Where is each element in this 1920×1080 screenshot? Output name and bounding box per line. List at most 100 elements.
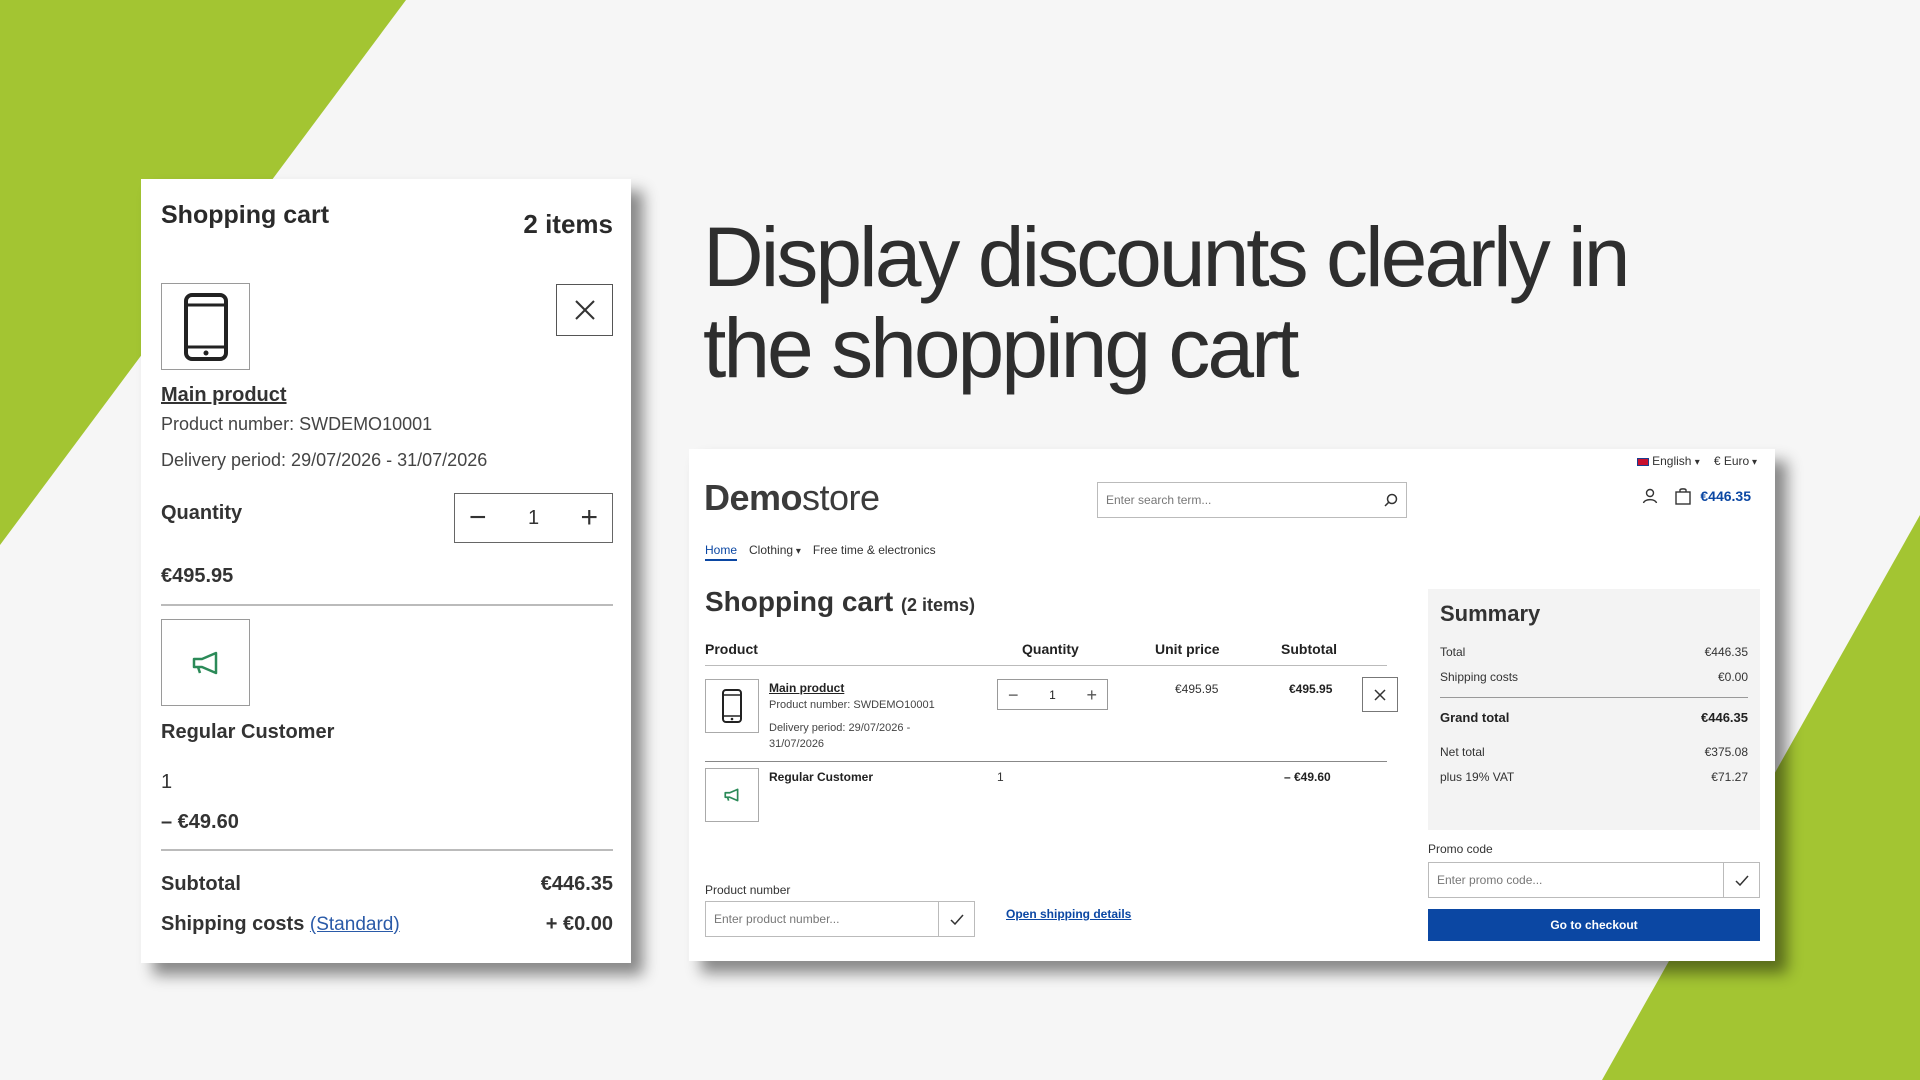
page-title-text: Shopping cart (705, 586, 894, 617)
delivery-period-line-2: 31/07/2026 (769, 738, 825, 750)
checkmark-icon (949, 914, 964, 925)
search-input[interactable]: Enter search term... (1097, 482, 1407, 518)
product-name-link[interactable]: Main product (769, 681, 844, 695)
page-item-count: (2 items) (901, 595, 976, 615)
delivery-period-line-1: Delivery period: 29/07/2026 - (769, 722, 911, 734)
store-cart-page: English € Euro Demostore Enter search te… (689, 449, 1775, 961)
col-header-quantity: Quantity (1022, 641, 1079, 657)
quantity-stepper[interactable]: − 1 + (997, 679, 1108, 710)
language-switcher[interactable]: English (1636, 454, 1700, 468)
promo-code-label: Promo code (1428, 842, 1493, 856)
checkmark-icon (1734, 875, 1749, 886)
header-actions: €446.35 (1642, 487, 1751, 505)
col-header-unit-price: Unit price (1155, 641, 1220, 657)
product-number-label: Product number (705, 883, 791, 897)
close-icon (574, 300, 595, 320)
close-icon (1374, 688, 1386, 701)
logo-bold: Demo (704, 477, 803, 518)
decrease-quantity-button[interactable]: − (469, 503, 487, 533)
order-summary: Summary Total €446.35 Shipping costs €0.… (1428, 589, 1760, 830)
discount-name: Regular Customer (161, 721, 335, 743)
shipping-label: Shipping costs (161, 913, 305, 935)
table-divider (705, 761, 1387, 762)
smartphone-icon (183, 292, 228, 361)
flag-uk-icon (1636, 457, 1649, 466)
shipping-value: €0.00 (1717, 670, 1748, 684)
product-number: Product number: SWDEMO10001 (769, 699, 935, 711)
nav-free-time-electronics[interactable]: Free time & electronics (813, 543, 936, 561)
table-divider (705, 665, 1387, 666)
promo-code-placeholder: Enter promo code... (1437, 873, 1543, 887)
store-logo[interactable]: Demostore (704, 477, 880, 519)
summary-total-row: Total €446.35 (1440, 645, 1748, 659)
summary-shipping-row: Shipping costs €0.00 (1440, 670, 1748, 684)
discount-quantity: 1 (997, 770, 1004, 784)
discount-subtotal: – €49.60 (1284, 770, 1331, 784)
discount-thumbnail (161, 619, 250, 706)
subtotal-value: €446.35 (540, 873, 613, 895)
mini-cart-title: Shopping cart (161, 201, 330, 229)
quantity-stepper[interactable]: − 1 + (454, 493, 613, 543)
megaphone-icon (192, 651, 217, 674)
quantity-value[interactable]: 1 (528, 507, 539, 530)
col-header-subtotal: Subtotal (1281, 641, 1337, 657)
increase-quantity-button[interactable]: + (580, 503, 598, 533)
unit-price: €495.95 (1175, 682, 1219, 696)
shipping-row: Shipping costs (Standard) + €0.00 (161, 913, 613, 936)
total-label: Total (1440, 645, 1466, 659)
decrease-quantity-button[interactable]: − (1008, 686, 1019, 704)
page-title: Shopping cart (2 items) (705, 586, 975, 618)
currency-switcher[interactable]: € Euro (1714, 454, 1757, 468)
currency-label: € Euro (1713, 454, 1750, 468)
main-navigation: Home Clothing Free time & electronics (705, 543, 936, 561)
open-shipping-details-link[interactable]: Open shipping details (1006, 907, 1131, 921)
increase-quantity-button[interactable]: + (1086, 686, 1097, 704)
shipping-value: + €0.00 (545, 913, 613, 935)
user-account-icon[interactable] (1642, 488, 1658, 504)
total-value: €446.35 (1704, 645, 1748, 659)
megaphone-icon (724, 788, 739, 802)
shipping-label: Shipping costs (1440, 670, 1519, 684)
search-placeholder: Enter search term... (1106, 493, 1212, 507)
quantity-value[interactable]: 1 (1049, 688, 1056, 702)
headline-line-2: the shopping cart (703, 301, 1299, 395)
apply-promo-button[interactable] (1723, 863, 1759, 897)
shopping-bag-icon[interactable] (1674, 487, 1692, 505)
discount-name: Regular Customer (769, 770, 874, 784)
promo-code-field[interactable]: Enter promo code... (1428, 862, 1760, 898)
remove-item-button[interactable] (556, 284, 613, 336)
headline: Display discounts clearly in the shoppin… (703, 212, 1803, 394)
product-thumbnail[interactable] (705, 679, 759, 733)
logo-light: store (802, 477, 880, 518)
add-product-button[interactable] (938, 902, 974, 936)
product-price: €495.95 (161, 565, 234, 587)
headline-line-1: Display discounts clearly in (703, 210, 1630, 304)
nav-home[interactable]: Home (705, 543, 738, 561)
grand-total-value: €446.35 (1701, 710, 1748, 725)
header-cart-total[interactable]: €446.35 (1700, 488, 1751, 504)
product-number-placeholder: Enter product number... (714, 912, 840, 926)
quantity-label: Quantity (161, 502, 243, 524)
summary-divider (1440, 697, 1748, 698)
product-number-field[interactable]: Enter product number... (705, 901, 975, 937)
vat-value: €71.27 (1711, 770, 1748, 784)
top-bar: English € Euro (1636, 454, 1757, 468)
go-to-checkout-button[interactable]: Go to checkout (1428, 909, 1760, 941)
subtotal-row: Subtotal €446.35 (161, 873, 613, 896)
delivery-period: Delivery period: 29/07/2026 - 31/07/2026 (161, 450, 488, 470)
remove-item-button[interactable] (1362, 677, 1398, 712)
discount-quantity: 1 (161, 771, 173, 793)
nav-clothing[interactable]: Clothing (749, 543, 801, 561)
divider (161, 849, 613, 851)
subtotal-label: Subtotal (161, 873, 241, 895)
shipping-method-link[interactable]: (Standard) (310, 914, 400, 935)
product-number: Product number: SWDEMO10001 (161, 414, 433, 434)
col-header-product: Product (705, 641, 758, 657)
summary-net-row: Net total €375.08 (1440, 745, 1748, 759)
summary-vat-row: plus 19% VAT €71.27 (1440, 770, 1748, 784)
vat-label: plus 19% VAT (1440, 770, 1515, 784)
search-icon[interactable] (1384, 493, 1398, 507)
product-thumbnail[interactable] (161, 283, 250, 370)
line-subtotal: €495.95 (1289, 682, 1333, 696)
product-name-link[interactable]: Main product (161, 384, 287, 407)
